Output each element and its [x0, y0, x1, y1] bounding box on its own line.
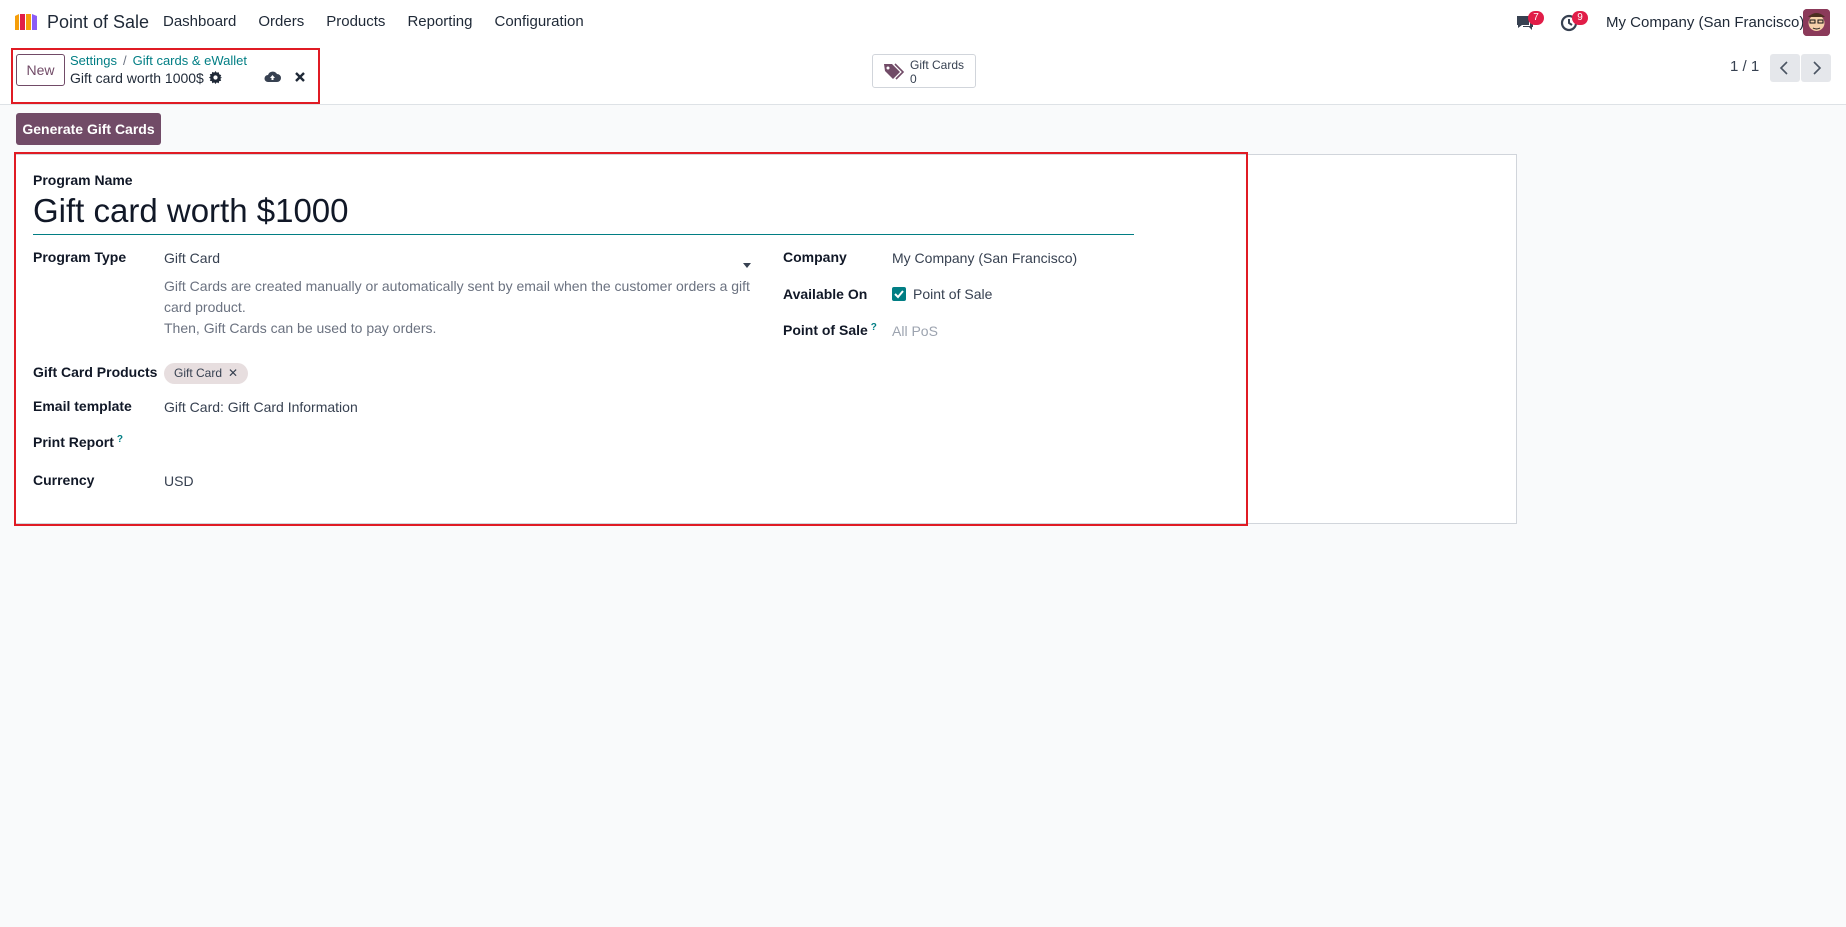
program-type-description: Gift Cards are created manually or autom…: [164, 276, 764, 339]
currency-label: Currency: [33, 472, 95, 488]
email-template-label: Email template: [33, 398, 132, 414]
user-avatar[interactable]: [1803, 9, 1830, 36]
messages-badge: 7: [1528, 11, 1544, 25]
menu-products[interactable]: Products: [326, 13, 385, 30]
point-of-sale-label: Point of Sale?: [783, 322, 877, 338]
smart-button-label: Gift Cards: [910, 58, 965, 72]
breadcrumb: Settings / Gift cards & eWallet: [70, 53, 247, 68]
close-icon[interactable]: [294, 70, 306, 88]
menu-configuration[interactable]: Configuration: [494, 13, 583, 30]
main-menu: Dashboard Orders Products Reporting Conf…: [163, 13, 606, 30]
generate-gift-cards-button[interactable]: Generate Gift Cards: [16, 113, 161, 145]
program-type-select[interactable]: Gift Card: [164, 250, 220, 266]
activities-badge: 9: [1572, 11, 1588, 25]
cloud-upload-icon[interactable]: [264, 70, 281, 88]
company-switcher[interactable]: My Company (San Francisco): [1606, 14, 1804, 31]
program-type-desc-line-1: Gift Cards are created manually or autom…: [164, 278, 750, 315]
chevron-left-icon: [1779, 61, 1788, 75]
pager-previous-button[interactable]: [1770, 54, 1800, 82]
point-of-sale-help-icon[interactable]: ?: [871, 322, 877, 333]
top-navbar: Point of Sale Dashboard Orders Products …: [0, 0, 1846, 46]
breadcrumb-settings[interactable]: Settings: [70, 53, 117, 68]
print-report-label: Print Report?: [33, 434, 123, 450]
remove-tag-icon[interactable]: ✕: [228, 366, 238, 380]
company-field[interactable]: My Company (San Francisco): [892, 250, 1077, 266]
program-type-desc-line-2: Then, Gift Cards can be used to pay orde…: [164, 320, 437, 336]
app-name[interactable]: Point of Sale: [47, 12, 149, 33]
smart-button-count: 0: [910, 72, 917, 86]
pager-next-button[interactable]: [1801, 54, 1831, 82]
tags-icon: [883, 62, 905, 87]
menu-orders[interactable]: Orders: [258, 13, 304, 30]
available-on-label: Available On: [783, 286, 868, 302]
gift-cards-smart-button[interactable]: Gift Cards 0: [872, 54, 976, 88]
available-on-checkbox[interactable]: [892, 287, 906, 301]
company-label: Company: [783, 249, 847, 265]
menu-dashboard[interactable]: Dashboard: [163, 13, 236, 30]
breadcrumb-separator: /: [122, 53, 127, 68]
program-name-label: Program Name: [33, 172, 133, 188]
gear-icon[interactable]: [209, 71, 222, 89]
program-type-label: Program Type: [33, 249, 127, 265]
email-template-field[interactable]: Gift Card: Gift Card Information: [164, 399, 358, 415]
record-title: Gift card worth 1000$: [70, 70, 204, 86]
gift-card-product-tag: Gift Card ✕: [164, 363, 249, 384]
gift-card-products-label: Gift Card Products: [33, 364, 158, 380]
checkmark-icon: [894, 290, 904, 299]
available-on-value[interactable]: Point of Sale: [913, 286, 992, 302]
pager-value[interactable]: 1 / 1: [1730, 58, 1759, 75]
print-report-label-text: Print Report: [33, 434, 114, 450]
caret-down-icon[interactable]: [743, 255, 751, 273]
pos-app-icon[interactable]: [13, 12, 39, 32]
chevron-right-icon: [1813, 61, 1822, 75]
menu-reporting[interactable]: Reporting: [407, 13, 472, 30]
point-of-sale-field[interactable]: All PoS: [892, 323, 938, 339]
new-button[interactable]: New: [16, 54, 65, 86]
point-of-sale-label-text: Point of Sale: [783, 322, 868, 338]
currency-field[interactable]: USD: [164, 473, 194, 489]
program-name-input[interactable]: Gift card worth $1000: [33, 192, 1134, 235]
print-report-help-icon[interactable]: ?: [117, 434, 123, 445]
breadcrumb-gift-cards-ewallet[interactable]: Gift cards & eWallet: [133, 53, 247, 68]
gift-card-product-tag-label: Gift Card: [174, 366, 223, 380]
